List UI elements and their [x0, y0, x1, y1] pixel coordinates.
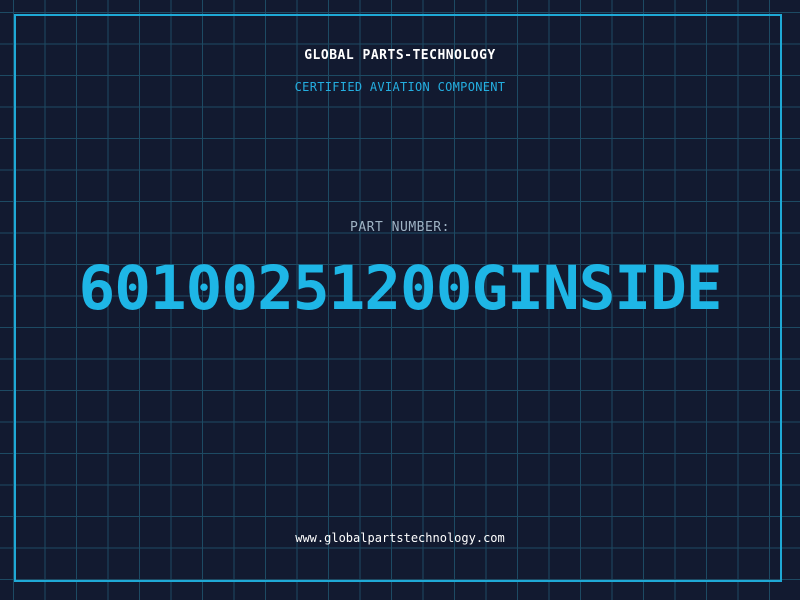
certification-subtitle: CERTIFIED AVIATION COMPONENT: [294, 80, 506, 94]
company-name: GLOBAL PARTS-TECHNOLOGY: [304, 48, 496, 63]
part-number-label: PART NUMBER:: [350, 220, 450, 235]
part-number-value: 60100251200GINSIDE: [78, 253, 722, 324]
website-url: www.globalpartstechnology.com: [295, 531, 505, 545]
